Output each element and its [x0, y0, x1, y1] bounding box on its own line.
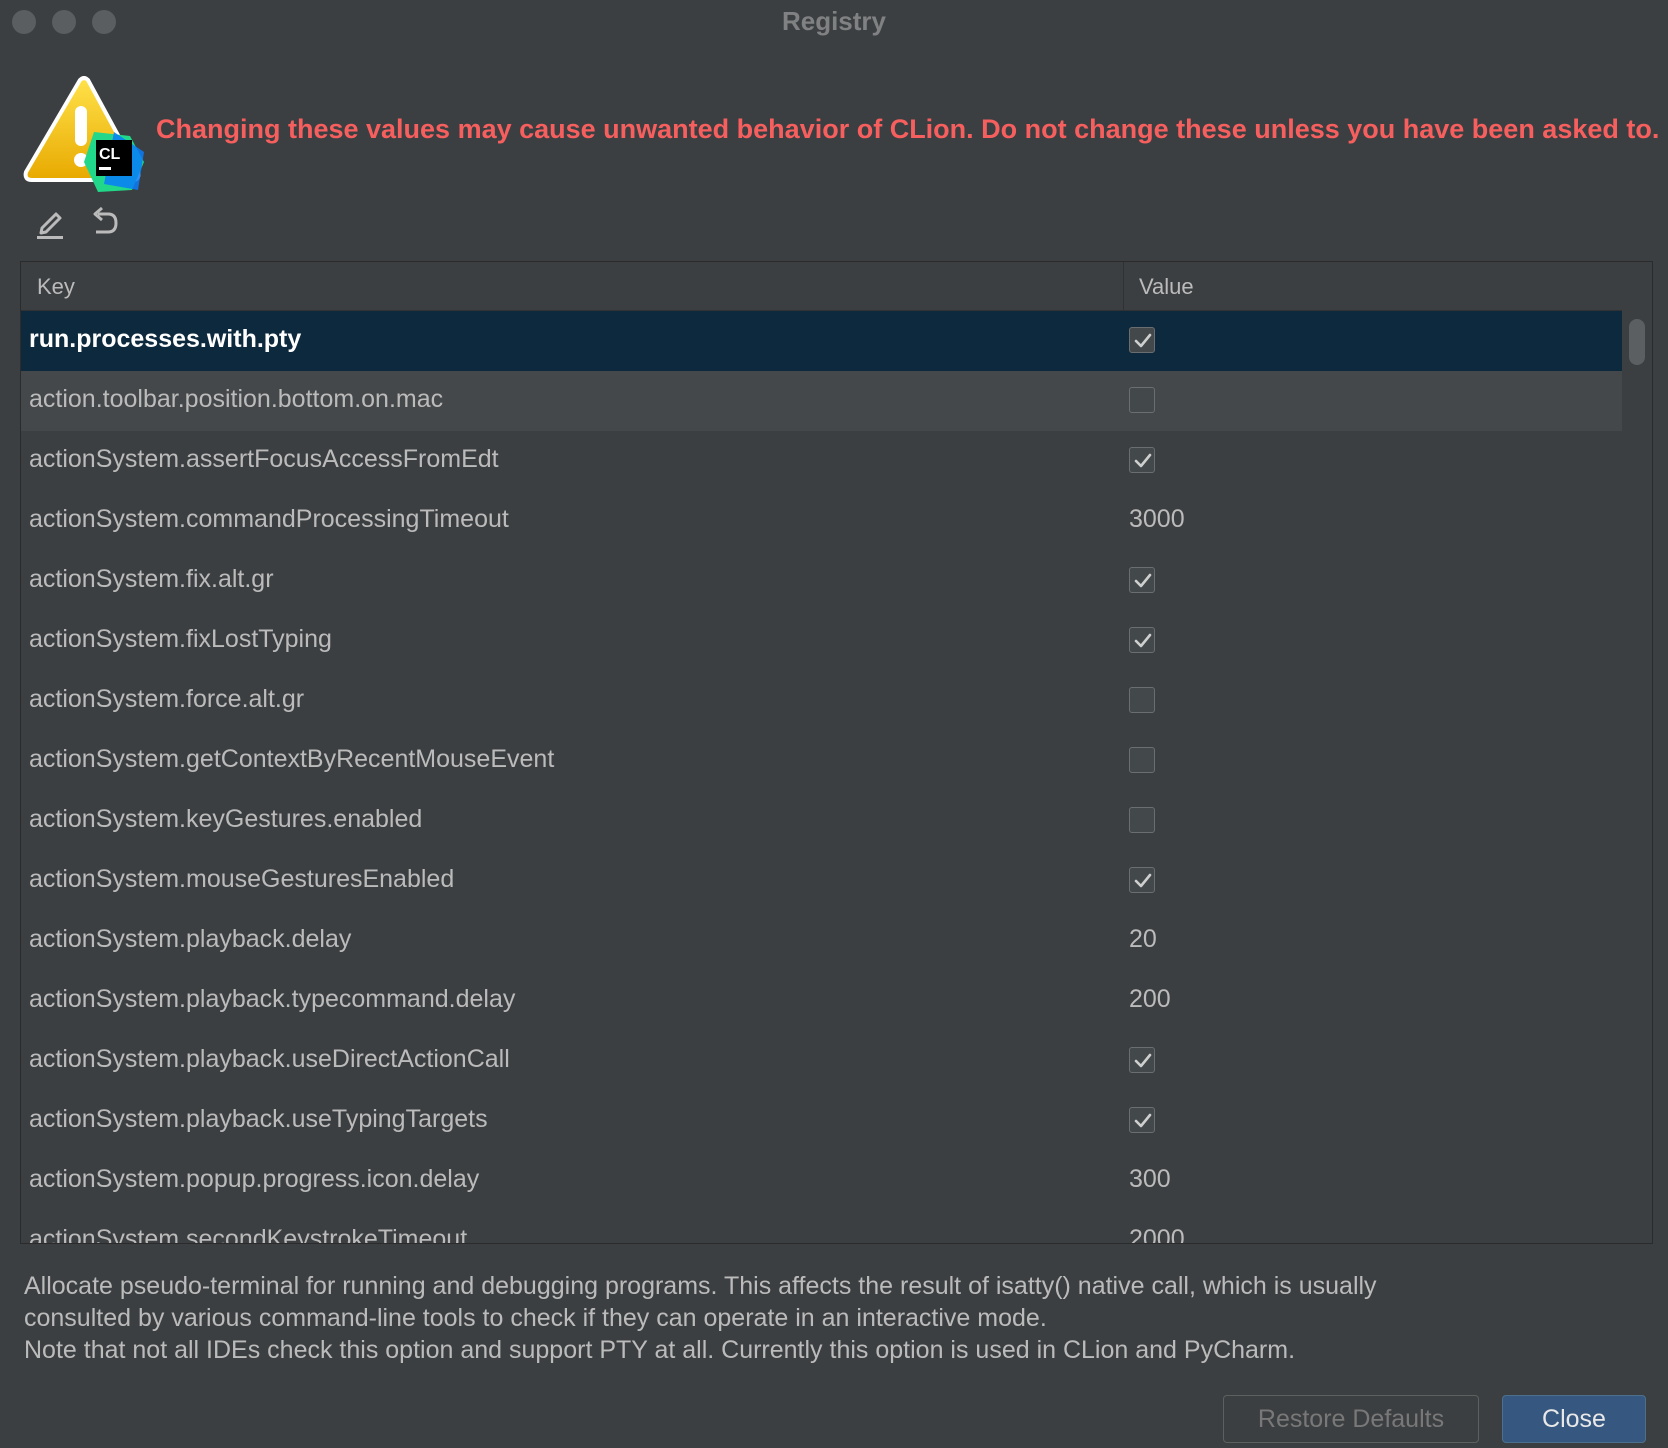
table-row[interactable]: actionSystem.fix.alt.gr [21, 551, 1622, 611]
table-row[interactable]: actionSystem.popup.progress.icon.delay 30… [21, 1151, 1622, 1211]
registry-key: actionSystem.keyGestures.enabled [29, 805, 423, 833]
registry-key: actionSystem.assertFocusAccessFromEdt [29, 445, 499, 473]
table-row[interactable]: actionSystem.playback.typecommand.delay 2… [21, 971, 1622, 1031]
value-checkbox[interactable] [1129, 627, 1155, 653]
scrollbar-thumb[interactable] [1629, 319, 1645, 365]
registry-value[interactable]: 2000 [1129, 1225, 1185, 1243]
column-header-key[interactable]: Key [37, 274, 75, 300]
value-checkbox[interactable] [1129, 1107, 1155, 1133]
registry-key: actionSystem.playback.useTypingTargets [29, 1105, 488, 1133]
column-divider[interactable] [1123, 262, 1124, 310]
check-icon [1134, 873, 1152, 888]
registry-description: Allocate pseudo-terminal for running and… [24, 1270, 1624, 1366]
registry-key: actionSystem.force.alt.gr [29, 685, 305, 713]
description-line: Allocate pseudo-terminal for running and… [24, 1272, 1377, 1300]
registry-value[interactable]: 20 [1129, 925, 1157, 954]
value-checkbox[interactable] [1129, 567, 1155, 593]
restore-defaults-button[interactable]: Restore Defaults [1223, 1395, 1479, 1443]
value-checkbox[interactable] [1129, 1047, 1155, 1073]
description-line: Note that not all IDEs check this option… [24, 1336, 1296, 1364]
registry-key: actionSystem.commandProcessingTimeout [29, 505, 509, 533]
column-header-value[interactable]: Value [1139, 274, 1194, 300]
table-row[interactable]: actionSystem.force.alt.gr [21, 671, 1622, 731]
warning-triangle-icon: CL [22, 76, 146, 194]
registry-key: actionSystem.fixLostTyping [29, 625, 332, 653]
value-checkbox[interactable] [1129, 747, 1155, 773]
value-checkbox[interactable] [1129, 687, 1155, 713]
registry-key: actionSystem.secondKeystrokeTimeout [29, 1225, 468, 1244]
value-checkbox[interactable] [1129, 447, 1155, 473]
clion-badge-text: CL [99, 146, 121, 163]
registry-key: action.toolbar.position.bottom.on.mac [29, 385, 444, 413]
check-icon [1134, 333, 1152, 348]
registry-key: actionSystem.playback.typecommand.delay [29, 985, 516, 1013]
pencil-icon[interactable] [32, 204, 68, 240]
table-row[interactable]: actionSystem.getContextByRecentMouseEven… [21, 731, 1622, 791]
check-icon [1134, 633, 1152, 648]
table-body: run.processes.with.pty action.toolbar.pos… [21, 311, 1622, 1244]
undo-icon[interactable] [86, 204, 122, 240]
table-row[interactable]: actionSystem.playback.useDirectActionCal… [21, 1031, 1622, 1091]
table-row[interactable]: actionSystem.assertFocusAccessFromEdt [21, 431, 1622, 491]
value-checkbox[interactable] [1129, 807, 1155, 833]
table-row[interactable]: run.processes.with.pty [21, 311, 1622, 371]
table-row[interactable]: actionSystem.secondKeystrokeTimeout 2000 [21, 1211, 1622, 1244]
registry-value[interactable]: 3000 [1129, 505, 1185, 534]
value-checkbox[interactable] [1129, 327, 1155, 353]
registry-key: actionSystem.playback.useDirectActionCal… [29, 1045, 510, 1073]
check-icon [1134, 1113, 1152, 1128]
registry-value[interactable]: 300 [1129, 1165, 1171, 1194]
table-header: Key Value [21, 262, 1622, 311]
table-row[interactable]: action.toolbar.position.bottom.on.mac [21, 371, 1622, 431]
title-bar: Registry [0, 0, 1668, 44]
warning-message: Changing these values may cause unwanted… [156, 114, 1660, 144]
registry-key: run.processes.with.pty [29, 325, 302, 353]
table-row[interactable]: actionSystem.playback.useTypingTargets [21, 1091, 1622, 1151]
registry-key: actionSystem.playback.delay [29, 925, 352, 953]
registry-key: actionSystem.mouseGesturesEnabled [29, 865, 455, 893]
table-row[interactable]: actionSystem.mouseGesturesEnabled [21, 851, 1622, 911]
registry-key: actionSystem.fix.alt.gr [29, 565, 274, 593]
table-row[interactable]: actionSystem.keyGestures.enabled [21, 791, 1622, 851]
value-checkbox[interactable] [1129, 867, 1155, 893]
check-icon [1134, 573, 1152, 588]
value-checkbox[interactable] [1129, 387, 1155, 413]
window-title: Registry [781, 6, 887, 36]
registry-table: Key Value run.processes.with.pty action.t… [20, 261, 1653, 1244]
table-row[interactable]: actionSystem.playback.delay 20 [21, 911, 1622, 971]
close-button[interactable]: Close [1502, 1395, 1646, 1443]
registry-key: actionSystem.getContextByRecentMouseEven… [29, 745, 555, 773]
check-icon [1134, 453, 1152, 468]
registry-key: actionSystem.popup.progress.icon.delay [29, 1165, 480, 1193]
vertical-scrollbar[interactable] [1624, 311, 1652, 1243]
registry-value[interactable]: 200 [1129, 985, 1171, 1014]
check-icon [1134, 1053, 1152, 1068]
table-row[interactable]: actionSystem.fixLostTyping [21, 611, 1622, 671]
description-line: consulted by various command-line tools … [24, 1304, 1047, 1332]
table-row[interactable]: actionSystem.commandProcessingTimeout 300… [21, 491, 1622, 551]
